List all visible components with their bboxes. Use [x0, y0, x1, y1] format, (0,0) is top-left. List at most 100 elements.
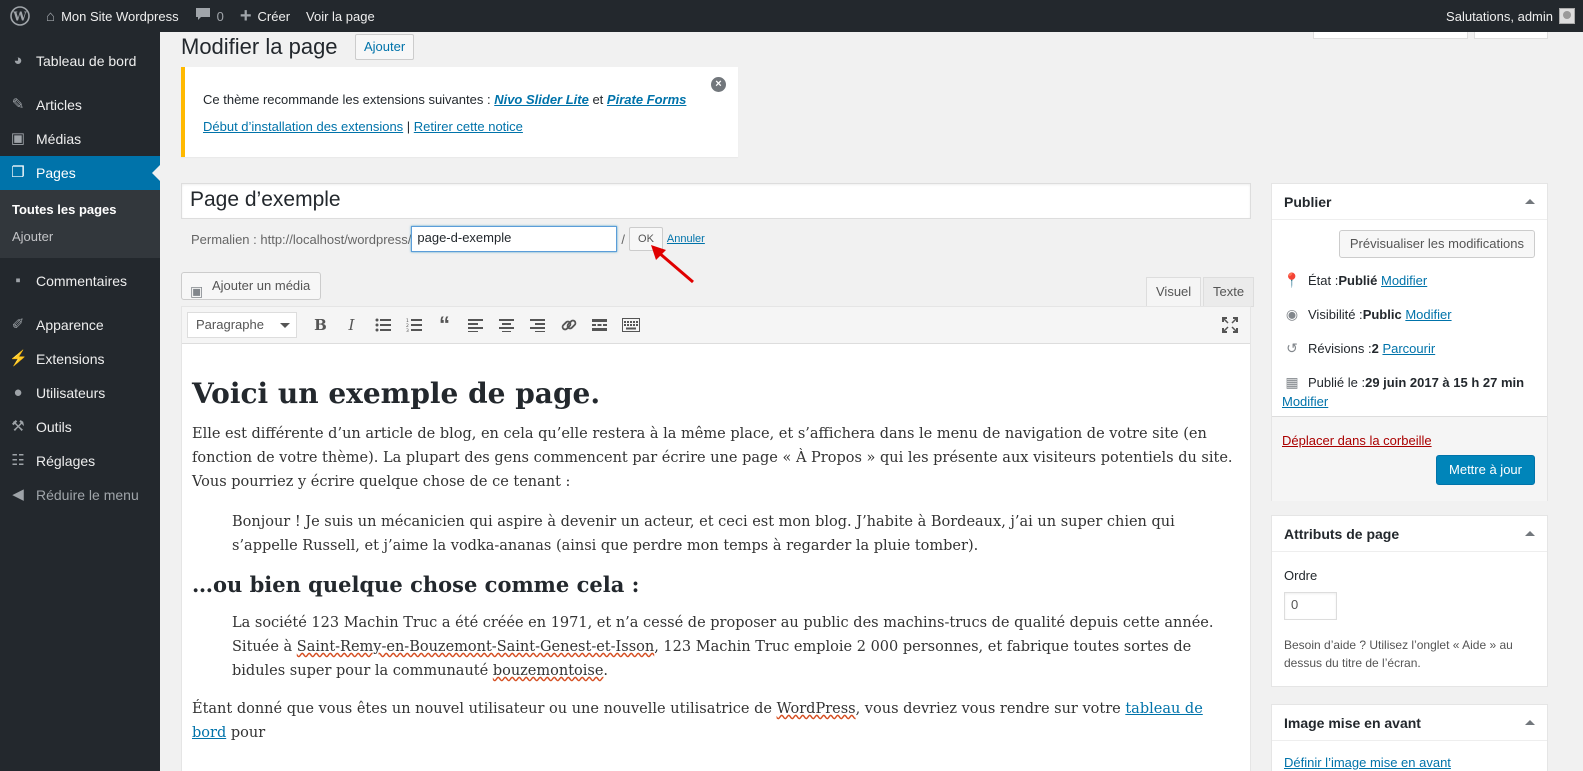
menu-item-appearance[interactable]: ✐ Apparence	[0, 308, 160, 342]
format-select[interactable]: Paragraphe	[187, 312, 297, 338]
pirate-forms-link[interactable]: Pirate Forms	[607, 92, 686, 107]
doc-heading-1: Voici un exemple de page.	[192, 377, 601, 410]
fullscreen-icon[interactable]	[1214, 311, 1245, 339]
order-input[interactable]: 0	[1284, 592, 1337, 620]
featured-image-header[interactable]: Image mise en avant	[1272, 705, 1547, 741]
menu-label: Utilisateurs	[36, 385, 106, 401]
edit-status-link[interactable]: Modifier	[1381, 273, 1427, 288]
main-content: Modifier la page Ajouter Ce thème recomm…	[160, 32, 1583, 771]
submenu-add-page[interactable]: Ajouter	[0, 223, 160, 250]
plus-icon: +	[239, 4, 252, 27]
doc-quote-1: Bonjour ! Je suis un mécanicien qui aspi…	[232, 514, 1175, 554]
set-featured-image-link[interactable]: Définir l’image mise en avant	[1284, 755, 1451, 770]
menu-item-comments[interactable]: ▪ Commentaires	[0, 264, 160, 298]
new-label: Créer	[257, 8, 291, 24]
view-page-link[interactable]: Voir la page	[298, 0, 383, 32]
history-icon: ↺	[1286, 340, 1298, 356]
site-name-link[interactable]: ⌂ Mon Site Wordpress	[38, 0, 187, 32]
menu-label: Extensions	[36, 351, 105, 367]
visibility-label: Visibilité :	[1308, 307, 1363, 322]
p2-wordpress: WordPress	[776, 701, 856, 717]
close-icon[interactable]: ×	[711, 77, 726, 92]
menu-item-users[interactable]: ● Utilisateurs	[0, 376, 160, 410]
menu-item-posts[interactable]: ✎ Articles	[0, 88, 160, 122]
dismiss-notice-link[interactable]: Retirer cette notice	[414, 119, 523, 134]
tab-visual[interactable]: Visuel	[1146, 277, 1202, 307]
read-more-icon[interactable]	[584, 311, 615, 339]
menu-item-settings[interactable]: ☷ Réglages	[0, 444, 160, 478]
bullet-list-icon[interactable]	[367, 311, 398, 339]
avatar	[1559, 8, 1575, 24]
toolbar-toggle-icon[interactable]	[615, 311, 646, 339]
browse-revisions-link[interactable]: Parcourir	[1382, 341, 1435, 356]
tab-text[interactable]: Texte	[1203, 277, 1255, 307]
collapse-arrow-icon[interactable]	[1525, 526, 1535, 536]
menu-label: Outils	[36, 419, 72, 435]
numbered-list-icon[interactable]: 123	[398, 311, 429, 339]
link-icon[interactable]	[553, 311, 584, 339]
collapse-menu-button[interactable]: ◀ Réduire le menu	[0, 478, 160, 512]
paintbrush-icon: ✐	[11, 316, 25, 333]
edit-date-link[interactable]: Modifier	[1282, 394, 1328, 409]
comment-icon: ▪	[15, 272, 21, 289]
comments-count: 0	[216, 8, 224, 24]
menu-item-pages[interactable]: ❐ Pages	[0, 156, 160, 190]
nivo-slider-link[interactable]: Nivo Slider Lite	[494, 92, 589, 107]
status-label: État :	[1308, 273, 1339, 288]
help-tab[interactable]	[1474, 32, 1548, 39]
update-button[interactable]: Mettre à jour	[1436, 455, 1535, 485]
blockquote-icon[interactable]: “	[429, 311, 460, 339]
menu-item-dashboard[interactable]: ◕ Tableau de bord	[0, 44, 160, 78]
account-menu[interactable]: Salutations, admin	[1446, 8, 1583, 24]
comments-link[interactable]: 0	[187, 0, 232, 32]
wordpress-logo-icon[interactable]: W	[2, 0, 38, 32]
permalink-row: Permalien : http://localhost/wordpress/ …	[191, 226, 705, 252]
plugin-recommendation-notice: Ce thème recommande les extensions suiva…	[181, 67, 738, 157]
featured-image-box: Image mise en avant Définir l’image mise…	[1271, 704, 1548, 771]
move-to-trash-link[interactable]: Déplacer dans la corbeille	[1282, 433, 1432, 448]
svg-text:W: W	[12, 10, 27, 24]
menu-item-plugins[interactable]: ⚡ Extensions	[0, 342, 160, 376]
published-label: Publié le :	[1308, 375, 1366, 390]
new-content-menu[interactable]: + Créer	[232, 0, 298, 32]
bold-icon[interactable]: B	[305, 311, 336, 339]
page-attributes-header[interactable]: Attributs de page	[1272, 516, 1547, 552]
align-center-icon[interactable]	[491, 311, 522, 339]
visibility-value: Public	[1362, 307, 1402, 322]
collapse-arrow-icon[interactable]	[1525, 715, 1535, 725]
editor-toolbar: Paragraphe B I 123 “	[182, 307, 1250, 344]
doc-heading-2: …ou bien quelque chose comme cela :	[192, 572, 640, 597]
preview-changes-button[interactable]: Prévisualiser les modifications	[1338, 230, 1535, 258]
pin-icon: 📍	[1283, 272, 1301, 288]
add-media-button[interactable]: ▣ Ajouter un média	[181, 272, 322, 300]
revisions-value: 2	[1371, 341, 1379, 356]
comment-bubble-icon	[195, 7, 211, 25]
collapse-arrow-icon[interactable]	[1525, 194, 1535, 204]
slug-input[interactable]: page-d-exemple	[411, 226, 618, 252]
begin-install-link[interactable]: Début d’installation des extensions	[203, 119, 403, 134]
italic-icon[interactable]: I	[336, 311, 367, 339]
publish-box-header[interactable]: Publier	[1272, 184, 1547, 220]
quote2-place: Saint-Remy-en-Bouzemont-Saint-Genest-et-…	[296, 639, 655, 655]
doc-quote-2: La société 123 Machin Truc a été créée e…	[232, 611, 1220, 683]
permalink-slash: /	[621, 231, 626, 247]
editor-document[interactable]: Voici un exemple de page. Elle est diffé…	[182, 377, 1250, 745]
wrench-icon: ⚒	[11, 418, 25, 435]
add-media-label: Ajouter un média	[212, 278, 311, 293]
screen-options-tab[interactable]	[1313, 32, 1468, 39]
edit-visibility-link[interactable]: Modifier	[1405, 307, 1451, 322]
align-left-icon[interactable]	[460, 311, 491, 339]
submenu-all-pages[interactable]: Toutes les pages	[0, 196, 160, 223]
post-title-input[interactable]: Page d’exemple	[181, 183, 1251, 219]
menu-item-tools[interactable]: ⚒ Outils	[0, 410, 160, 444]
published-value: 29 juin 2017 à 15 h 27 min	[1365, 375, 1525, 390]
publish-actions: Déplacer dans la corbeille Mettre à jour	[1272, 416, 1547, 501]
align-right-icon[interactable]	[522, 311, 553, 339]
status-row: 📍 État : Publié Modifier	[1282, 272, 1427, 289]
menu-item-media[interactable]: ▣ Médias	[0, 122, 160, 156]
visibility-row: ◉ Visibilité : Public Modifier	[1282, 306, 1452, 323]
revisions-label: Révisions :	[1308, 341, 1372, 356]
published-date-row: ▦ Publié le : 29 juin 2017 à 15 h 27 min	[1282, 374, 1524, 391]
pages-icon: ❐	[11, 164, 25, 181]
add-new-page-button[interactable]: Ajouter	[355, 34, 415, 60]
